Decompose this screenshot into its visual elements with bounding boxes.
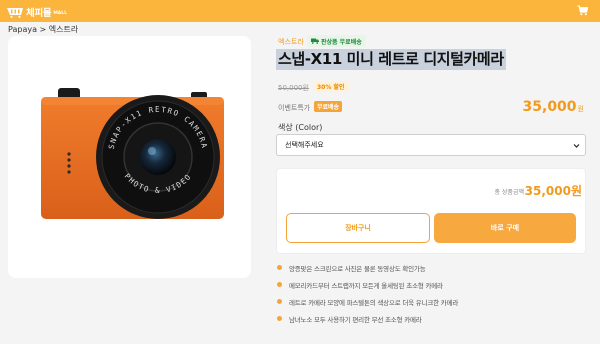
color-option-label: 색상 (Color) (278, 123, 323, 132)
discount-badge: 30% 할인 (313, 81, 349, 92)
logo-sub: MALL (53, 10, 68, 16)
chevron-down-icon (573, 144, 580, 148)
top-bar: 체피몰 MALL (0, 0, 600, 22)
bullet-icon (277, 316, 282, 321)
event-label: 이벤트특가 (278, 104, 311, 112)
total-value: 35,000원 (524, 184, 582, 198)
buy-now-button[interactable]: 바로 구매 (434, 213, 576, 243)
breadcrumb[interactable]: Papaya > 엑스트라 (8, 24, 78, 35)
site-logo[interactable]: 체피몰 MALL (6, 4, 67, 19)
feature-text: 메모리카드부터 스트랩까지 모든게 올세팅된 초소형 카메라 (289, 281, 443, 290)
feature-text: 앙증맞은 스크린으로 사진은 물론 동영상도 확인가능 (289, 264, 426, 273)
bullet-icon (277, 299, 282, 304)
camera-illustration: SNAP-X11 RETRO CAMERA PHOTO & VIDEO (41, 88, 224, 219)
logo-text: 체피몰 (26, 7, 52, 19)
basket-logo-icon (7, 8, 23, 18)
add-to-cart-button[interactable]: 장바구니 (286, 213, 430, 243)
color-select-value: 선택해주세요 (285, 141, 324, 149)
list-item: 앙증맞은 스크린으로 사진은 물론 동영상도 확인가능 (277, 259, 587, 276)
shipping-badge-label: 판상품 무료배송 (321, 38, 362, 46)
list-item: 레트로 카메라 모양에 파스텔톤의 색상으로 더욱 유니크한 카메라 (277, 293, 587, 310)
free-shipping-badge: 무료배송 (314, 101, 343, 112)
feature-list: 앙증맞은 스크린으로 사진은 물론 동영상도 확인가능 메모리카드부터 스트랩까… (277, 259, 587, 327)
brand-link[interactable]: 엑스트라 (278, 37, 304, 47)
color-select[interactable]: 선택해주세요 (276, 134, 586, 156)
feature-text: 레트로 카메라 모양에 파스텔톤의 색상으로 더욱 유니크한 카메라 (289, 298, 459, 307)
sale-price: 35,000원 (523, 99, 584, 115)
total-label: 총 상품금액 (494, 189, 524, 196)
sale-price-value: 35,000 (522, 99, 577, 115)
shipping-badge: 판상품 무료배송 (307, 35, 366, 47)
bullet-icon (277, 282, 282, 287)
list-item: 메모리카드부터 스트랩까지 모든게 올세팅된 초소형 카메라 (277, 276, 587, 293)
cart-icon[interactable] (577, 5, 588, 16)
bullet-icon (277, 265, 282, 270)
truck-icon (311, 38, 319, 44)
product-image: SNAP-X11 RETRO CAMERA PHOTO & VIDEO (8, 36, 251, 278)
list-item: 남녀노소 모두 사용하기 편리한 무선 초소형 카메라 (277, 310, 587, 327)
price-unit: 원 (577, 105, 584, 113)
product-title: 스냅-X11 미니 레트로 디지털카메라 (276, 49, 506, 70)
original-price: 50,000원 (278, 84, 309, 92)
feature-text: 남녀노소 모두 사용하기 편리한 무선 초소형 카메라 (289, 315, 422, 324)
